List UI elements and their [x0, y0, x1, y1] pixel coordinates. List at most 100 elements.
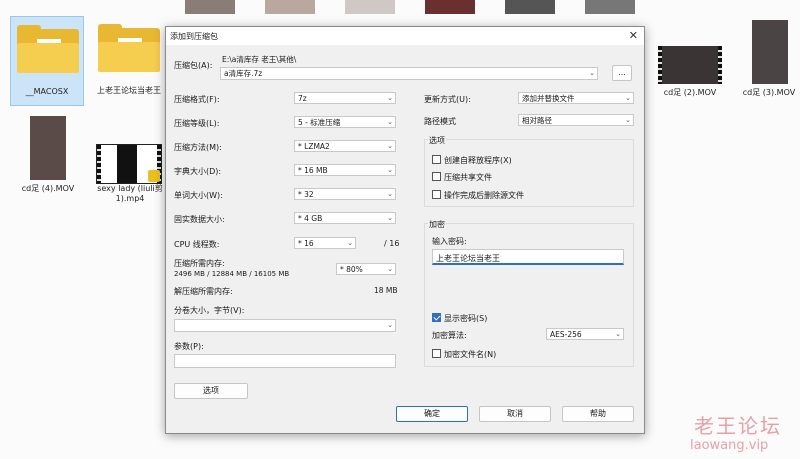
partial-thumbnail[interactable]: [425, 0, 475, 14]
delete-checkbox[interactable]: [432, 190, 441, 199]
word-select[interactable]: * 32 ⌄: [294, 188, 396, 200]
partial-thumbnail[interactable]: [185, 0, 235, 14]
video-thumbnail: [752, 20, 788, 84]
method-value: * LZMA2: [298, 142, 330, 151]
password-input[interactable]: 上老王论坛当老王: [432, 249, 624, 265]
word-label: 单词大小(W):: [174, 191, 223, 200]
delete-label: 操作完成后删除源文件: [444, 191, 524, 200]
format-select[interactable]: 7z ⌄: [294, 92, 396, 104]
archive-name-value: a清库存.7z: [224, 69, 263, 78]
folder-icon: [17, 25, 79, 73]
mem-comp-label: 压缩所需内存:: [174, 259, 225, 268]
sfx-label: 创建自释放程序(X): [444, 156, 512, 165]
dict-label: 字典大小(D):: [174, 167, 222, 176]
cancel-button[interactable]: 取消: [479, 406, 551, 422]
cpu-max: / 16: [384, 239, 400, 248]
file-name-line2: 1).mp4: [115, 194, 145, 203]
shared-checkbox[interactable]: [432, 172, 441, 181]
chevron-down-icon: ⌄: [387, 214, 393, 222]
help-button[interactable]: 帮助: [562, 406, 634, 422]
update-value: 添加并替换文件: [522, 94, 575, 103]
split-label: 分卷大小，字节(V):: [174, 306, 245, 315]
mem-comp-detail: 2496 MB / 12884 MB / 16105 MB: [174, 270, 290, 278]
solid-select[interactable]: * 4 GB ⌄: [294, 212, 396, 224]
cpu-value: * 16: [298, 239, 314, 248]
solid-value: * 4 GB: [298, 214, 323, 223]
file-name: sexy lady (liuli剪: [97, 184, 163, 193]
ok-button[interactable]: 确定: [396, 406, 468, 422]
chevron-down-icon: ⌄: [387, 166, 393, 174]
shared-label: 压缩共享文件: [444, 173, 492, 182]
file-item[interactable]: __MACOSX: [10, 16, 84, 106]
options-button[interactable]: 选项: [174, 383, 248, 399]
enc-method-label: 加密算法:: [432, 331, 467, 340]
cpu-select[interactable]: * 16 ⌄: [294, 237, 356, 249]
encrypt-names-checkbox[interactable]: [432, 349, 441, 358]
file-name: cd足 (3).MOV: [742, 88, 796, 97]
level-value: 5 - 标准压缩: [298, 118, 341, 127]
file-name: cd足 (4).MOV: [21, 184, 75, 193]
chevron-down-icon: ⌄: [625, 94, 631, 102]
add-to-archive-dialog: 添加到压缩包 ✕ 压缩包(A): E:\a清库存 老王\其他\ a清库存.7z …: [165, 26, 645, 434]
encryption-group-label: 加密: [428, 219, 446, 230]
video-thumbnail: [30, 116, 66, 180]
level-select[interactable]: 5 - 标准压缩 ⌄: [294, 116, 396, 128]
partial-thumbnail[interactable]: [345, 0, 395, 14]
password-value: 上老王论坛当老王: [436, 254, 500, 263]
show-password-label: 显示密码(S): [444, 314, 488, 323]
play-badge-icon: [148, 170, 160, 182]
format-label: 压缩格式(F):: [174, 95, 220, 104]
params-input[interactable]: [174, 354, 396, 368]
file-item[interactable]: cd足 (2).MOV: [654, 44, 726, 104]
close-icon[interactable]: ✕: [629, 29, 638, 42]
method-select[interactable]: * LZMA2 ⌄: [294, 140, 396, 152]
archive-path: E:\a清库存 老王\其他\: [222, 55, 297, 64]
file-item[interactable]: cd足 (4).MOV: [14, 114, 82, 198]
path-label: 路径模式: [424, 117, 456, 126]
chevron-down-icon: ⌄: [387, 94, 393, 102]
chevron-down-icon: ⌄: [589, 69, 595, 77]
level-label: 压缩等级(L):: [174, 119, 220, 128]
mem-percent-value: * 80%: [340, 265, 363, 274]
dict-select[interactable]: * 16 MB ⌄: [294, 164, 396, 176]
partial-thumbnail[interactable]: [505, 0, 555, 14]
sfx-checkbox[interactable]: [432, 155, 441, 164]
dict-value: * 16 MB: [298, 166, 328, 175]
chevron-down-icon: ⌄: [387, 142, 393, 150]
file-name: __MACOSX: [25, 87, 69, 96]
chevron-down-icon: ⌄: [615, 330, 621, 338]
method-label: 压缩方法(M):: [174, 143, 222, 152]
file-item[interactable]: sexy lady (liuli剪 1).mp4: [90, 140, 170, 210]
enc-method-value: AES-256: [550, 330, 582, 339]
archive-name-combo[interactable]: a清库存.7z ⌄: [220, 67, 598, 80]
video-thumbnail: [658, 46, 722, 84]
partial-thumbnail[interactable]: [585, 0, 635, 14]
mem-percent-select[interactable]: * 80% ⌄: [336, 263, 396, 275]
password-label: 输入密码:: [432, 237, 467, 246]
archive-label: 压缩包(A):: [174, 61, 213, 70]
format-value: 7z: [298, 94, 307, 103]
file-item[interactable]: cd足 (3).MOV: [738, 18, 800, 102]
chevron-down-icon: ⌄: [387, 190, 393, 198]
params-label: 参数(P):: [174, 342, 204, 351]
chevron-down-icon: ⌄: [625, 116, 631, 124]
split-combo[interactable]: ⌄: [174, 319, 396, 332]
file-item[interactable]: 上老王论坛当老王: [92, 16, 166, 112]
enc-method-select[interactable]: AES-256 ⌄: [546, 328, 624, 340]
cpu-label: CPU 线程数:: [174, 240, 220, 249]
solid-label: 固实数据大小:: [174, 215, 225, 224]
watermark-url: laowang.vip: [690, 438, 769, 453]
dialog-titlebar[interactable]: 添加到压缩包 ✕: [166, 27, 644, 45]
chevron-down-icon: ⌄: [387, 265, 393, 273]
options-group-label: 选项: [428, 135, 446, 146]
partial-thumbnail[interactable]: [265, 0, 315, 14]
chevron-down-icon: ⌄: [347, 239, 353, 247]
file-name: cd足 (2).MOV: [663, 88, 717, 97]
mem-decomp-value: 18 MB: [374, 286, 398, 295]
folder-icon: [98, 24, 160, 72]
chevron-down-icon: ⌄: [387, 321, 393, 329]
update-select[interactable]: 添加并替换文件 ⌄: [518, 92, 634, 104]
show-password-checkbox[interactable]: [432, 313, 441, 322]
browse-button[interactable]: ...: [612, 65, 632, 81]
path-select[interactable]: 相对路径 ⌄: [518, 114, 634, 126]
